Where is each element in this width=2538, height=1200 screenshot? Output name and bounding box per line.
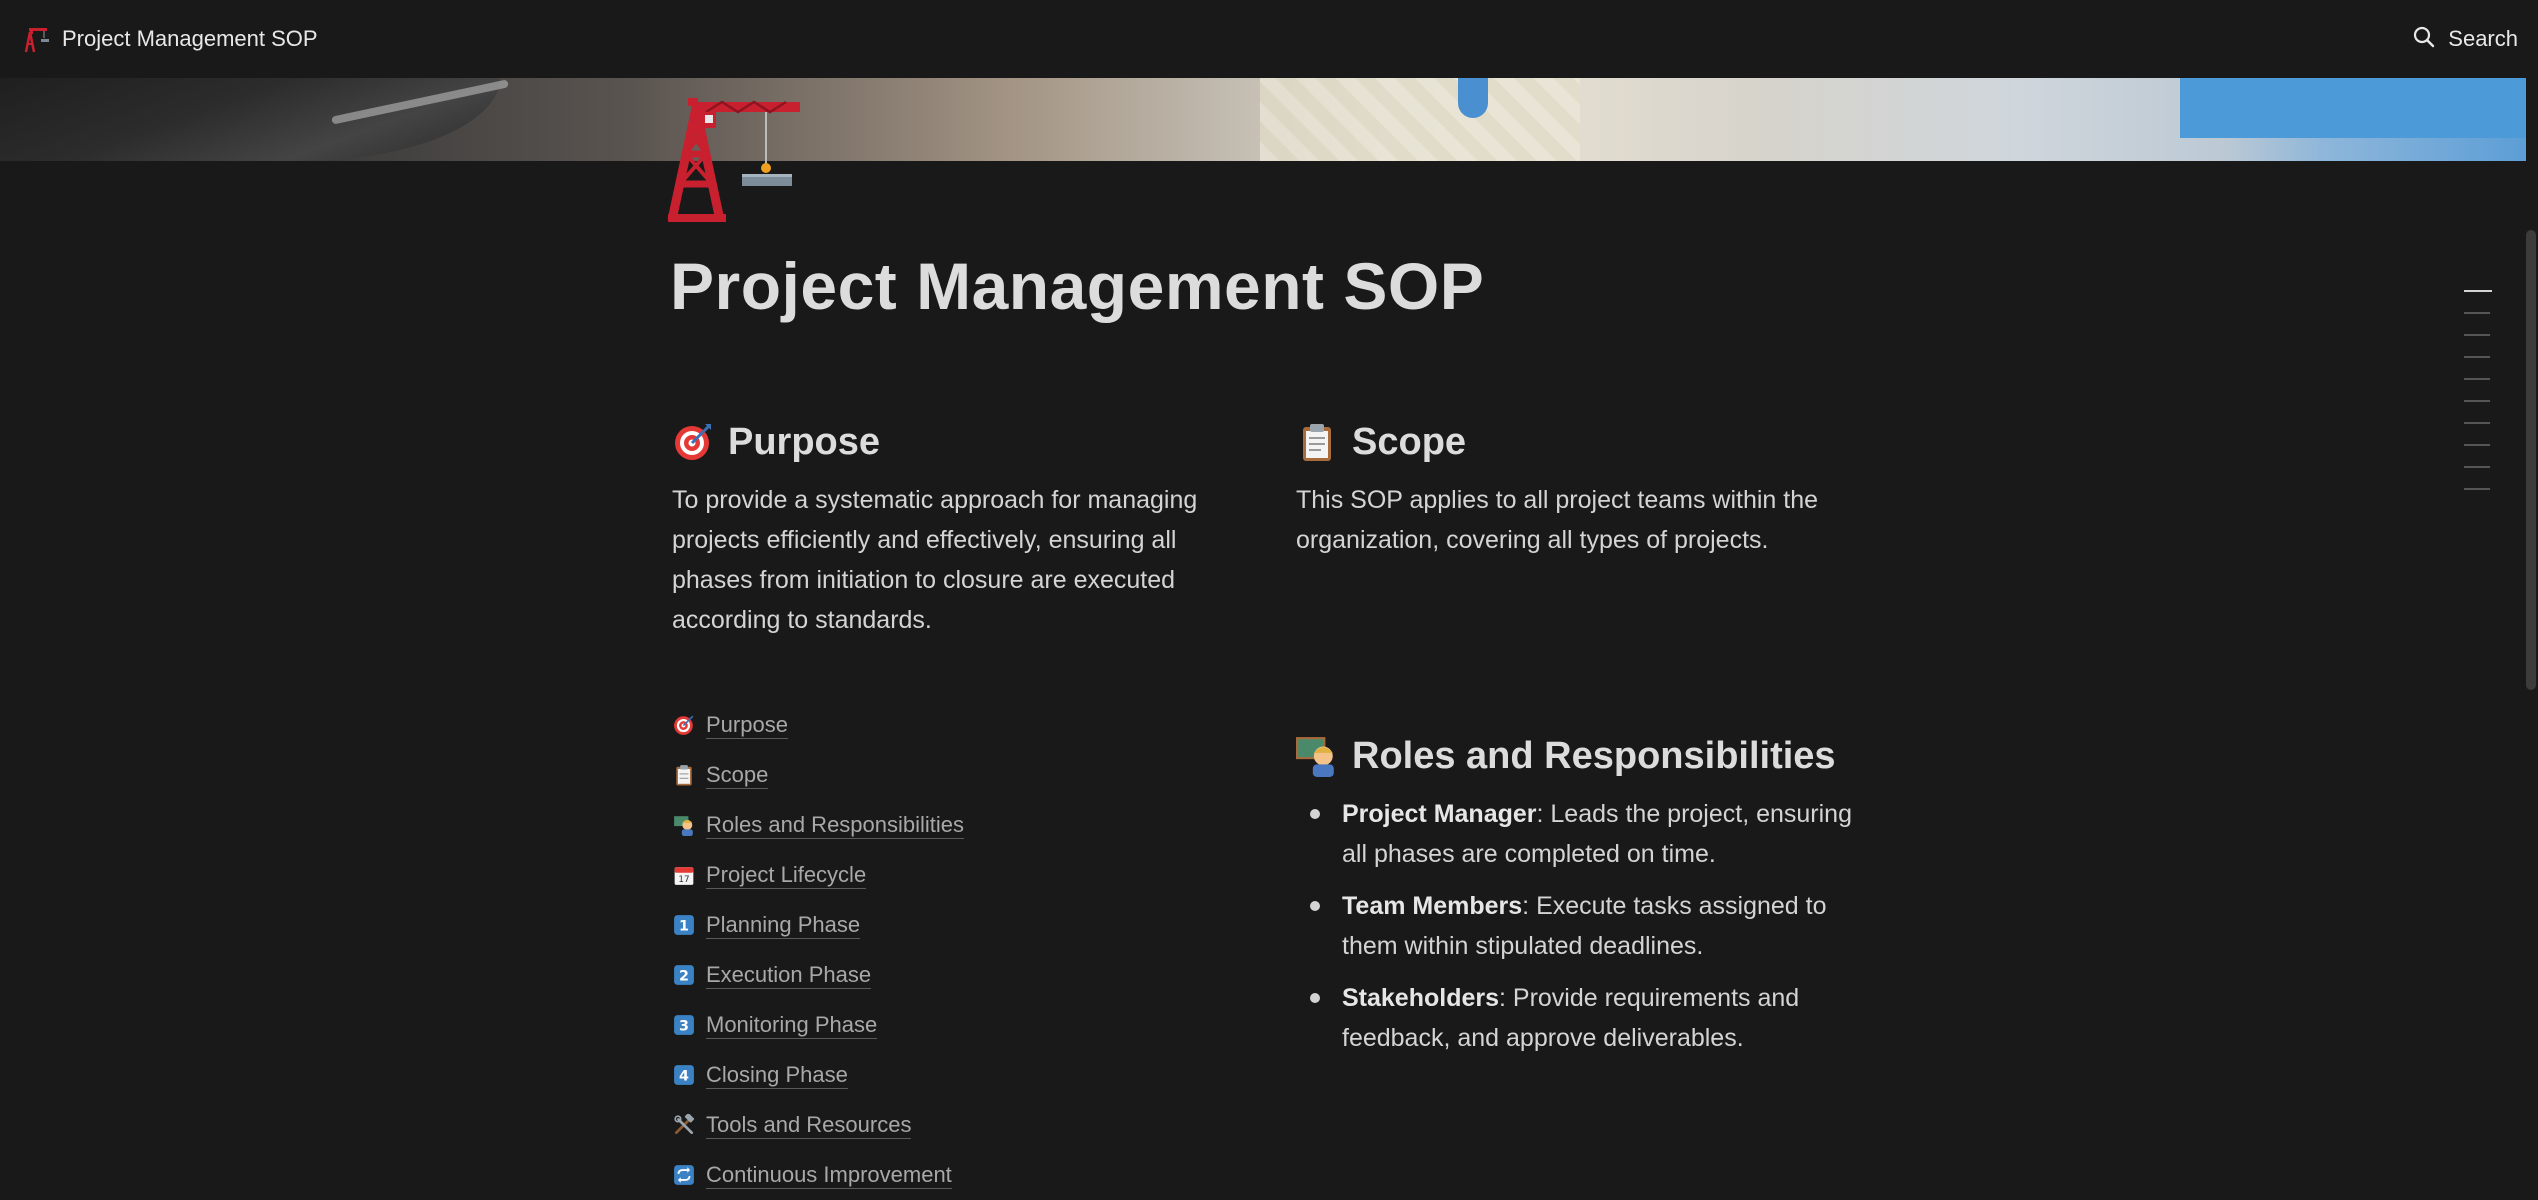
map-pin-icon — [1458, 78, 1488, 118]
toc-item-execution-phase[interactable]: 2 Execution Phase — [672, 950, 1232, 1000]
toc-link-label[interactable]: Monitoring Phase — [706, 1012, 878, 1039]
direct-hit-target-icon — [672, 421, 714, 463]
scope-text: This SOP applies to all project teams wi… — [1296, 486, 1819, 554]
bullet-icon — [1310, 901, 1320, 911]
role-name: Stakeholders — [1342, 984, 1500, 1012]
purpose-heading: Purpose — [672, 414, 1232, 470]
toc-item-purpose[interactable]: Purpose — [672, 700, 1232, 750]
keycap-2-icon: 2 — [672, 963, 696, 987]
toc-link-label[interactable]: Planning Phase — [706, 912, 861, 939]
teacher-icon — [1296, 735, 1338, 777]
clipboard-icon — [1296, 421, 1338, 463]
search-button[interactable]: Search — [2412, 25, 2520, 54]
keycap-3-icon: 3 — [672, 1013, 696, 1037]
toc-item-continuous-improvement[interactable]: Continuous Improvement — [672, 1150, 1232, 1200]
svg-text:17: 17 — [678, 875, 689, 885]
hammer-and-wrench-icon — [672, 1113, 696, 1137]
outline-marker[interactable] — [2464, 312, 2490, 314]
cover-map-region — [1260, 78, 1580, 161]
toc-link-label[interactable]: Scope — [706, 762, 769, 789]
svg-text:4: 4 — [679, 1069, 689, 1085]
page-outline[interactable] — [2464, 290, 2494, 510]
roles-heading-text: Roles and Responsibilities — [1352, 734, 1836, 777]
outline-marker[interactable] — [2464, 356, 2490, 358]
top-bar: Project Management SOP Search — [0, 0, 2538, 78]
toc-item-project-lifecycle[interactable]: 17 Project Lifecycle — [672, 850, 1232, 900]
teacher-icon — [672, 813, 696, 837]
outline-marker[interactable] — [2464, 334, 2490, 336]
toc-link-label[interactable]: Continuous Improvement — [706, 1162, 952, 1189]
bullet-icon — [1310, 809, 1320, 819]
repeat-arrows-icon — [672, 1163, 696, 1187]
keycap-4-icon: 4 — [672, 1063, 696, 1087]
page-icon-construction-crane[interactable] — [666, 88, 806, 228]
svg-text:2: 2 — [679, 969, 689, 985]
roles-list: Project Manager: Leads the project, ensu… — [1296, 794, 1856, 1070]
toc-item-roles[interactable]: Roles and Responsibilities — [672, 800, 1232, 850]
outline-marker-active[interactable] — [2464, 290, 2492, 292]
construction-crane-icon — [18, 22, 52, 56]
outline-marker[interactable] — [2464, 422, 2490, 424]
role-name: Project Manager — [1342, 800, 1537, 828]
breadcrumb-page-title: Project Management SOP — [62, 26, 318, 51]
purpose-text: To provide a systematic approach for man… — [672, 486, 1198, 634]
scope-section: Scope This SOP applies to all project te… — [1296, 414, 1856, 560]
cover-dark-region — [0, 78, 500, 161]
scrollbar[interactable] — [2526, 230, 2536, 690]
toc-item-monitoring-phase[interactable]: 3 Monitoring Phase — [672, 1000, 1232, 1050]
cover-blue-region — [2180, 78, 2526, 138]
purpose-section: Purpose To provide a systematic approach… — [672, 414, 1232, 640]
list-item: Team Members: Execute tasks assigned to … — [1296, 886, 1856, 966]
toc-item-planning-phase[interactable]: 1 Planning Phase — [672, 900, 1232, 950]
outline-marker[interactable] — [2464, 466, 2490, 468]
toc-item-closing-phase[interactable]: 4 Closing Phase — [672, 1050, 1232, 1100]
table-of-contents: Purpose Scope Roles and Responsibilities… — [672, 700, 1232, 1200]
outline-marker[interactable] — [2464, 444, 2490, 446]
scope-heading-text: Scope — [1352, 420, 1467, 463]
keycap-1-icon: 1 — [672, 913, 696, 937]
breadcrumb[interactable]: Project Management SOP — [18, 22, 318, 56]
toc-link-label[interactable]: Purpose — [706, 712, 788, 739]
roles-section: Roles and Responsibilities — [1296, 728, 1856, 794]
calendar-icon: 17 — [672, 863, 696, 887]
bullet-icon — [1310, 993, 1320, 1003]
list-item: Project Manager: Leads the project, ensu… — [1296, 794, 1856, 874]
toc-item-scope[interactable]: Scope — [672, 750, 1232, 800]
list-item: Stakeholders: Provide requirements and f… — [1296, 978, 1856, 1058]
scope-heading: Scope — [1296, 414, 1856, 470]
role-name: Team Members — [1342, 892, 1523, 920]
toc-item-tools-and-resources[interactable]: Tools and Resources — [672, 1100, 1232, 1150]
toc-link-label[interactable]: Tools and Resources — [706, 1112, 912, 1139]
search-label: Search — [2448, 26, 2518, 51]
page-title: Project Management SOP — [670, 249, 1485, 323]
outline-marker[interactable] — [2464, 378, 2490, 380]
outline-marker[interactable] — [2464, 488, 2490, 490]
direct-hit-target-icon — [672, 713, 696, 737]
toc-link-label[interactable]: Project Lifecycle — [706, 862, 867, 889]
construction-crane-icon — [667, 98, 800, 222]
toc-link-label[interactable]: Closing Phase — [706, 1062, 848, 1089]
search-icon — [2412, 25, 2436, 54]
toc-link-label[interactable]: Execution Phase — [706, 962, 872, 989]
toc-link-label[interactable]: Roles and Responsibilities — [706, 812, 965, 839]
purpose-heading-text: Purpose — [728, 420, 881, 463]
cover-image — [0, 78, 2526, 161]
outline-marker[interactable] — [2464, 400, 2490, 402]
roles-heading: Roles and Responsibilities — [1296, 728, 1856, 784]
clipboard-icon — [672, 763, 696, 787]
svg-text:3: 3 — [679, 1019, 689, 1035]
svg-text:1: 1 — [679, 919, 689, 935]
